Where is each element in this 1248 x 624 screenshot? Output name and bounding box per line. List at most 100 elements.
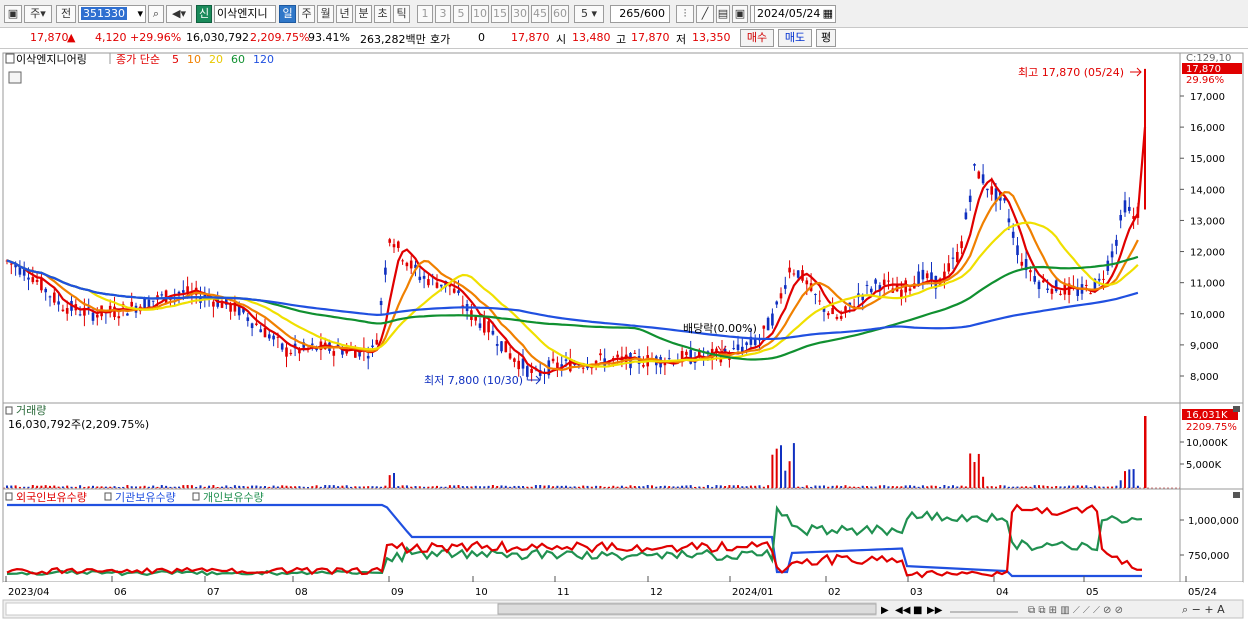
price-tick-label: 17,000 xyxy=(1190,92,1225,103)
scroll-right-icon[interactable]: ▶ xyxy=(881,605,889,616)
candle-body xyxy=(311,343,314,345)
save-icon[interactable]: ▣ xyxy=(732,5,748,23)
price-pane xyxy=(2,52,1244,404)
volume-bar xyxy=(1016,486,1019,488)
avg-button[interactable]: 평 xyxy=(816,29,836,47)
interval-button-60[interactable]: 60 xyxy=(551,5,569,23)
scrollbar-thumb[interactable] xyxy=(497,603,877,615)
interval-button-3[interactable]: 3 xyxy=(435,5,451,23)
date-input[interactable]: 2024/05/24 ▦ xyxy=(754,5,836,23)
low-label: 저 xyxy=(676,33,687,46)
volume-close-icon[interactable] xyxy=(1233,406,1240,412)
interval-button-30[interactable]: 30 xyxy=(511,5,529,23)
calendar-icon[interactable]: ▦ xyxy=(823,6,833,22)
volume-bar xyxy=(147,486,150,488)
candle-body xyxy=(788,267,791,273)
interval-button-5[interactable]: 5 xyxy=(453,5,469,23)
volume-bar xyxy=(874,486,877,488)
volume-ratio: 2,209.75% xyxy=(250,31,310,44)
zoom-icons[interactable]: ⌕ − + A xyxy=(1182,603,1225,616)
fast-forward-icon[interactable]: ▶▶ xyxy=(927,605,943,616)
draw-line-icon[interactable]: ╱ xyxy=(696,5,714,23)
volume-bar xyxy=(229,486,232,488)
sell-button[interactable]: 매도 xyxy=(778,29,812,47)
candle-body xyxy=(379,301,383,306)
ask-price: 17,870 xyxy=(511,31,550,44)
period-tab-6[interactable]: 틱 xyxy=(393,5,410,23)
candle-body xyxy=(483,317,486,333)
volume-bar xyxy=(689,485,692,488)
prev-button[interactable]: 전 xyxy=(56,5,76,23)
candle-body xyxy=(556,362,559,369)
candle-body xyxy=(1016,245,1019,256)
period-tab-4[interactable]: 분 xyxy=(355,5,372,23)
high-price: 17,870 xyxy=(631,31,670,44)
volume-bar xyxy=(371,486,374,488)
interval-button-10[interactable]: 10 xyxy=(471,5,489,23)
table-icon[interactable] xyxy=(8,71,22,84)
volume-bar xyxy=(818,485,821,488)
speaker-icon[interactable]: ◀▾ xyxy=(166,5,192,23)
period-tab-0[interactable]: 일 xyxy=(279,5,296,23)
volume-bar xyxy=(1115,485,1118,488)
volume-bar xyxy=(173,486,176,488)
layout-icon[interactable]: ▣ xyxy=(4,5,22,23)
interval-button-45[interactable]: 45 xyxy=(531,5,549,23)
period-tab-2[interactable]: 월 xyxy=(317,5,334,23)
mode-select[interactable]: 주▾ xyxy=(24,5,52,23)
search-icon[interactable]: ⌕ xyxy=(148,5,164,23)
candle-body xyxy=(44,288,47,293)
volume-bar xyxy=(844,485,847,488)
hoga-label: 호가 xyxy=(430,33,451,46)
stock-name-field[interactable]: 이삭엔지니 xyxy=(214,5,276,23)
interval-button-1[interactable]: 1 xyxy=(417,5,433,23)
volume-bar xyxy=(337,486,340,488)
volume-bar xyxy=(883,485,886,488)
candle-icon[interactable]: ⫶ xyxy=(676,5,694,23)
volume-bar xyxy=(264,486,266,488)
volume-bar xyxy=(186,485,189,488)
volume-bar xyxy=(1102,486,1105,488)
volume-bar xyxy=(294,486,297,488)
buy-button[interactable]: 매수 xyxy=(740,29,774,47)
candle-body xyxy=(1097,278,1101,281)
high-label: 고 xyxy=(616,33,627,46)
holders-legend-2: 개인보유수량 xyxy=(203,491,264,504)
candle-body xyxy=(452,288,456,293)
count-select[interactable]: 5 ▾ xyxy=(574,5,604,23)
volume-bar xyxy=(1033,485,1036,488)
candle-body xyxy=(126,313,129,316)
volume-bar xyxy=(255,485,258,488)
candle-body xyxy=(762,325,766,329)
range-input[interactable]: 265/600 xyxy=(610,5,670,23)
stop-icon[interactable]: ■ xyxy=(913,605,922,616)
code-input[interactable]: 351330 ▾ xyxy=(78,5,146,23)
volume-bar xyxy=(663,485,666,488)
volume-bar xyxy=(281,485,284,488)
tool-icons[interactable]: ⧉ ⧉ ⊞ ▥ ⟋ ⟋ ⟋ ⊘ ⊘ xyxy=(1028,605,1123,616)
volume-bar xyxy=(14,485,17,488)
interval-button-15[interactable]: 15 xyxy=(491,5,509,23)
volume-bar xyxy=(534,485,537,488)
rewind-icon[interactable]: ◀◀ xyxy=(895,605,911,616)
volume-bar xyxy=(358,486,361,488)
period-tab-1[interactable]: 주 xyxy=(298,5,315,23)
chart-area[interactable]: 17,000 16,000 15,000 14,000 13,000 12,000 11,0… xyxy=(0,50,1248,621)
low-price: 13,350 xyxy=(692,31,731,44)
volume-bar xyxy=(470,486,473,488)
volume-bar xyxy=(797,486,800,488)
period-tab-3[interactable]: 년 xyxy=(336,5,353,23)
candle-body xyxy=(397,241,400,248)
settings-small-icon[interactable]: ▤ xyxy=(716,5,730,23)
volume-tick-label: 5,000K xyxy=(1186,460,1222,471)
volume-bar xyxy=(603,486,606,488)
candle-body xyxy=(255,323,258,325)
period-tab-5[interactable]: 초 xyxy=(374,5,391,23)
volume-bar xyxy=(474,485,477,488)
chart-svg[interactable]: 17,000 16,000 15,000 14,000 13,000 12,000 11,0… xyxy=(0,50,1248,621)
hoga-value: 0 xyxy=(478,31,485,44)
candle-body xyxy=(177,291,181,294)
volume-bar xyxy=(977,453,980,488)
candle-body xyxy=(143,298,146,309)
holders-close-icon[interactable] xyxy=(1233,492,1240,498)
